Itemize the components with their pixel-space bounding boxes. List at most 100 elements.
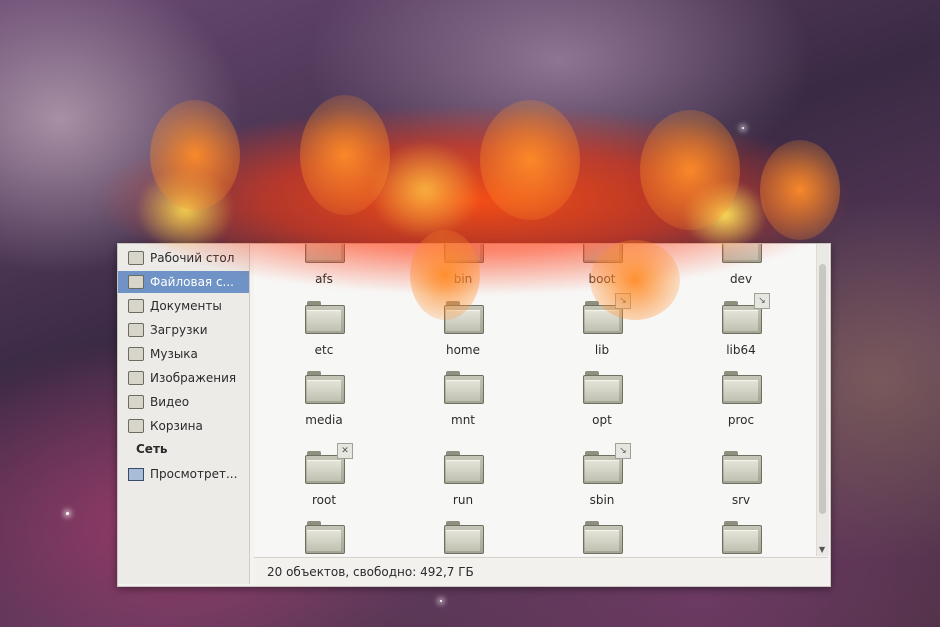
file-manager-window: Рабочий стол Файловая с... Документы Заг… — [117, 243, 831, 587]
folder-icon — [722, 244, 762, 263]
folder-item[interactable]: ✕ root — [274, 443, 374, 521]
filesystem-icon — [128, 275, 144, 289]
folder-name: root — [311, 493, 337, 507]
folder-item[interactable]: opt — [552, 371, 652, 441]
folder-name: run — [452, 493, 474, 507]
fire-effect — [480, 100, 580, 220]
folder-name: boot — [588, 272, 616, 286]
sidebar-item-downloads[interactable]: Загрузки — [128, 319, 248, 341]
star — [66, 512, 69, 515]
lock-emblem-icon: ✕ — [337, 443, 353, 459]
sidebar-item-label: Музыка — [150, 347, 198, 361]
folder-item[interactable] — [552, 521, 652, 556]
folder-icon — [583, 521, 623, 554]
scrollbar-thumb[interactable] — [819, 264, 826, 514]
folder-icon — [444, 301, 484, 334]
folder-item[interactable] — [691, 521, 791, 556]
folder-icon: ↘ — [583, 443, 631, 484]
folder-icon — [444, 244, 484, 263]
folder-item[interactable]: run — [413, 451, 513, 521]
folder-icon — [444, 371, 484, 404]
file-icon-view: afs bin boot dev etc home ↘ lib ↘ lib64 … — [254, 244, 816, 556]
network-icon — [128, 467, 144, 481]
folder-name: opt — [592, 413, 612, 427]
sidebar-item-label: Документы — [150, 299, 222, 313]
downloads-folder-icon — [128, 323, 144, 337]
fire-effect — [150, 100, 240, 210]
folder-item[interactable]: mnt — [413, 371, 513, 441]
sidebar-item-label: Файловая с... — [150, 275, 234, 289]
folder-item[interactable]: boot — [552, 244, 652, 300]
folder-name: sbin — [589, 493, 615, 507]
network-section-header: Сеть — [136, 442, 168, 456]
folder-name: mnt — [451, 413, 475, 427]
folder-icon — [583, 371, 623, 404]
symlink-arrow-icon: ↘ — [615, 293, 631, 309]
fire-effect — [760, 140, 840, 240]
desktop-icon — [128, 251, 144, 265]
folder-item[interactable]: dev — [691, 244, 791, 300]
folder-icon — [583, 244, 623, 263]
symlink-arrow-icon: ↘ — [615, 443, 631, 459]
folder-name: home — [445, 343, 481, 357]
folder-item[interactable]: ↘ sbin — [552, 443, 652, 521]
folder-name: bin — [453, 272, 473, 286]
folder-item[interactable]: bin — [413, 244, 513, 300]
folder-item[interactable] — [413, 521, 513, 556]
music-folder-icon — [128, 347, 144, 361]
folder-item[interactable]: proc — [691, 371, 791, 441]
sidebar-item-trash[interactable]: Корзина — [128, 415, 248, 437]
sidebar-item-label: Корзина — [150, 419, 203, 433]
folder-item[interactable]: etc — [274, 301, 374, 371]
sidebar-item-label: Просмотрет... — [150, 467, 238, 481]
folder-icon — [305, 371, 345, 404]
folder-name: lib — [594, 343, 610, 357]
fire-effect — [300, 95, 390, 215]
vertical-scrollbar[interactable]: ▼ — [816, 244, 829, 556]
folder-name: srv — [731, 493, 751, 507]
folder-icon — [305, 244, 345, 263]
folder-item[interactable]: media — [274, 371, 374, 441]
sidebar-item-desktop[interactable]: Рабочий стол — [128, 247, 248, 269]
folder-icon: ✕ — [305, 443, 353, 484]
scroll-down-arrow-icon[interactable]: ▼ — [819, 545, 825, 554]
folder-item[interactable] — [274, 521, 374, 556]
sidebar-item-videos[interactable]: Видео — [128, 391, 248, 413]
symlink-arrow-icon: ↘ — [754, 293, 770, 309]
folder-item[interactable]: ↘ lib64 — [691, 293, 791, 371]
folder-icon — [444, 521, 484, 554]
pictures-folder-icon — [128, 371, 144, 385]
folder-icon — [722, 521, 762, 554]
sidebar-item-documents[interactable]: Документы — [128, 295, 248, 317]
star — [440, 600, 442, 602]
sidebar-item-browse-network[interactable]: Просмотрет... — [128, 463, 248, 485]
sidebar-item-filesystem[interactable]: Файловая с... — [118, 271, 249, 293]
star — [742, 127, 744, 129]
sidebar-item-label: Видео — [150, 395, 190, 409]
sidebar-item-music[interactable]: Музыка — [128, 343, 248, 365]
folder-item[interactable]: srv — [691, 451, 791, 521]
sidebar-item-pictures[interactable]: Изображения — [128, 367, 248, 389]
trash-icon — [128, 419, 144, 433]
folder-icon — [722, 371, 762, 404]
folder-icon — [444, 451, 484, 484]
folder-name: media — [305, 413, 343, 427]
folder-icon — [305, 521, 345, 554]
folder-name: afs — [315, 272, 333, 286]
fire-effect — [640, 110, 740, 230]
sidebar: Рабочий стол Файловая с... Документы Заг… — [118, 244, 250, 584]
documents-folder-icon — [128, 299, 144, 313]
sidebar-item-label: Изображения — [150, 371, 237, 385]
folder-item[interactable]: ↘ lib — [552, 293, 652, 371]
folder-icon: ↘ — [583, 293, 631, 334]
sidebar-item-label: Загрузки — [150, 323, 208, 337]
folder-name: etc — [314, 343, 334, 357]
folder-icon: ↘ — [722, 293, 770, 334]
status-bar: 20 объектов, свободно: 492,7 ГБ — [254, 557, 828, 585]
status-text: 20 объектов, свободно: 492,7 ГБ — [267, 564, 474, 579]
folder-item[interactable]: home — [413, 301, 513, 371]
folder-item[interactable]: afs — [274, 244, 374, 300]
folder-name: proc — [727, 413, 755, 427]
videos-folder-icon — [128, 395, 144, 409]
folder-name: lib64 — [726, 343, 756, 357]
